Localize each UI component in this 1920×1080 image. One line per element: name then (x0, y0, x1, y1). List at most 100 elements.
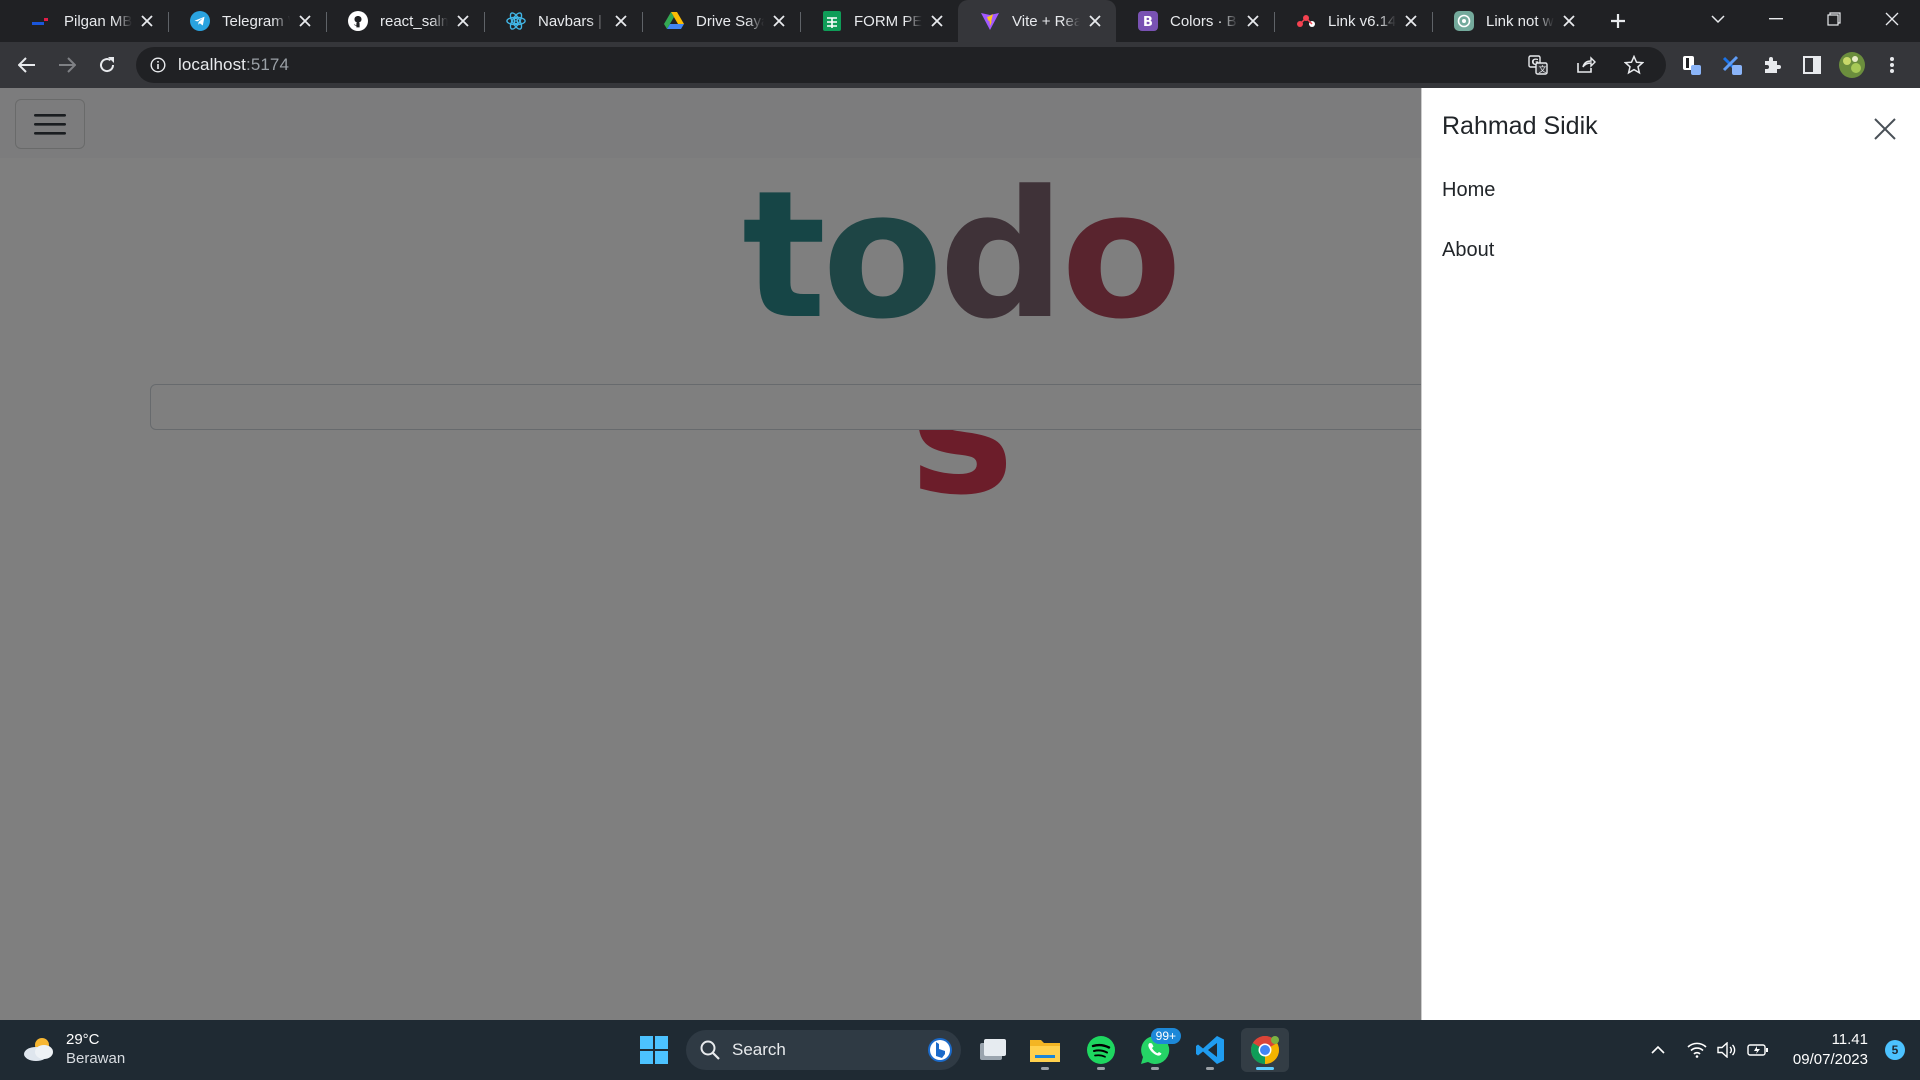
browser-tab[interactable]: Link not wo (1432, 0, 1590, 42)
reload-button[interactable] (87, 45, 127, 85)
side-panel-button[interactable] (1792, 45, 1832, 85)
translate-icon: G文 (1528, 55, 1548, 75)
tab-title: Pilgan MBR (64, 12, 132, 30)
avatar-icon (1839, 52, 1865, 78)
browser-tab[interactable]: Link v6.14.1 (1274, 0, 1432, 42)
clock-date: 09/07/2023 (1792, 1051, 1868, 1068)
extension-1-icon (1683, 56, 1701, 75)
app-running-indicator (1097, 1067, 1105, 1070)
minimize-button[interactable] (1748, 0, 1804, 38)
profile-avatar[interactable] (1832, 45, 1872, 85)
close-tab-icon[interactable] (138, 12, 156, 30)
address-bar-actions: G文 (1518, 47, 1654, 83)
vscode-button[interactable] (1186, 1028, 1234, 1072)
browser-tab-active[interactable]: Vite + Reac (958, 0, 1116, 42)
wifi-icon (1687, 1042, 1707, 1058)
tab-title: FORM PENI (854, 12, 922, 30)
tab-search-button[interactable] (1690, 0, 1746, 38)
address-bar[interactable]: localhost:5174 G文 (136, 47, 1666, 83)
start-button[interactable] (630, 1028, 678, 1072)
bookmark-button[interactable] (1614, 45, 1654, 85)
browser-tab[interactable]: react_salma (326, 0, 484, 42)
bing-icon (928, 1038, 952, 1062)
extensions-menu-button[interactable] (1752, 45, 1792, 85)
react-bootstrap-icon: B (506, 11, 526, 31)
restore-icon (1827, 12, 1841, 26)
reload-icon (100, 57, 115, 73)
chevron-up-icon (1651, 1045, 1665, 1054)
windows-taskbar: 29°C Berawan Search 99+ 11.41 09/07/2023… (0, 1020, 1920, 1080)
weather-widget[interactable]: 29°C Berawan (22, 1030, 125, 1068)
extension-button[interactable] (1712, 45, 1752, 85)
github-icon (348, 11, 368, 31)
offcanvas-close-button[interactable] (1870, 114, 1900, 144)
wifi-status[interactable] (1683, 1020, 1711, 1080)
close-tab-icon[interactable] (1560, 12, 1578, 30)
url-port: :5174 (246, 55, 290, 74)
close-icon (1885, 12, 1899, 26)
file-explorer-button[interactable] (1021, 1028, 1069, 1072)
close-icon (1874, 118, 1896, 140)
offcanvas-menu: Rahmad Sidik Home About (1421, 88, 1920, 1020)
volume-status[interactable] (1713, 1020, 1741, 1080)
svg-text:B: B (513, 16, 519, 26)
close-tab-icon[interactable] (1402, 12, 1420, 30)
nav-link-about[interactable]: About (1442, 236, 1495, 296)
chrome-button[interactable] (1241, 1028, 1289, 1072)
browser-tab[interactable]: Pilgan MBR (10, 0, 168, 42)
browser-menu-button[interactable] (1872, 45, 1912, 85)
close-tab-icon[interactable] (1244, 12, 1262, 30)
show-hidden-icons-button[interactable] (1643, 1020, 1673, 1080)
more-vertical-icon (1890, 57, 1894, 73)
close-tab-icon[interactable] (454, 12, 472, 30)
close-tab-icon[interactable] (770, 12, 788, 30)
browser-tab[interactable]: Telegram W (168, 0, 326, 42)
svg-text:文: 文 (1539, 64, 1547, 74)
taskbar-clock[interactable]: 11.41 09/07/2023 (1793, 1030, 1868, 1070)
svg-text:B: B (1143, 15, 1153, 30)
speaker-icon (1717, 1042, 1736, 1058)
close-window-button[interactable] (1864, 0, 1920, 38)
extension-2-icon (1722, 55, 1742, 75)
browser-tab[interactable]: B Colors · Boo (1116, 0, 1274, 42)
close-tab-icon[interactable] (1086, 12, 1104, 30)
browser-tab[interactable]: Drive Saya (642, 0, 800, 42)
translate-button[interactable]: G文 (1518, 45, 1558, 85)
nav-link-home[interactable]: Home (1442, 176, 1495, 236)
close-tab-icon[interactable] (296, 12, 314, 30)
close-tab-icon[interactable] (612, 12, 630, 30)
whatsapp-button[interactable]: 99+ (1131, 1028, 1181, 1072)
task-view-icon (980, 1039, 1006, 1060)
close-tab-icon[interactable] (928, 12, 946, 30)
back-button[interactable] (7, 45, 47, 85)
windows-logo-icon (640, 1036, 668, 1064)
search-label: Search (732, 1040, 786, 1059)
info-icon[interactable] (150, 57, 166, 73)
tab-title: Navbars | R (538, 12, 606, 30)
restore-button[interactable] (1806, 0, 1862, 38)
telegram-icon (190, 11, 210, 31)
arrow-right-icon (59, 57, 76, 73)
url-text: localhost:5174 (178, 55, 289, 75)
task-view-button[interactable] (968, 1028, 1016, 1072)
notification-center-badge[interactable]: 5 (1885, 1040, 1905, 1060)
react-router-icon (1296, 11, 1316, 31)
share-button[interactable] (1566, 45, 1606, 85)
tab-title: Link not wo (1486, 12, 1554, 30)
battery-status[interactable] (1743, 1020, 1773, 1080)
extension-button[interactable] (1672, 45, 1712, 85)
offcanvas-title: Rahmad Sidik (1442, 112, 1598, 140)
app-running-indicator (1151, 1067, 1159, 1070)
tab-title: Telegram W (222, 12, 290, 30)
browser-tab[interactable]: B Navbars | R (484, 0, 642, 42)
app-running-indicator (1206, 1067, 1214, 1070)
taskbar-search[interactable]: Search (686, 1030, 961, 1070)
browser-tab[interactable]: FORM PENI (800, 0, 958, 42)
spotify-icon (1087, 1036, 1115, 1064)
forward-button[interactable] (47, 45, 87, 85)
pilgan-favicon (32, 11, 52, 31)
spotify-button[interactable] (1077, 1028, 1125, 1072)
tab-title: Drive Saya (696, 12, 764, 30)
folder-icon (1030, 1040, 1060, 1062)
new-tab-button[interactable] (1598, 0, 1638, 42)
